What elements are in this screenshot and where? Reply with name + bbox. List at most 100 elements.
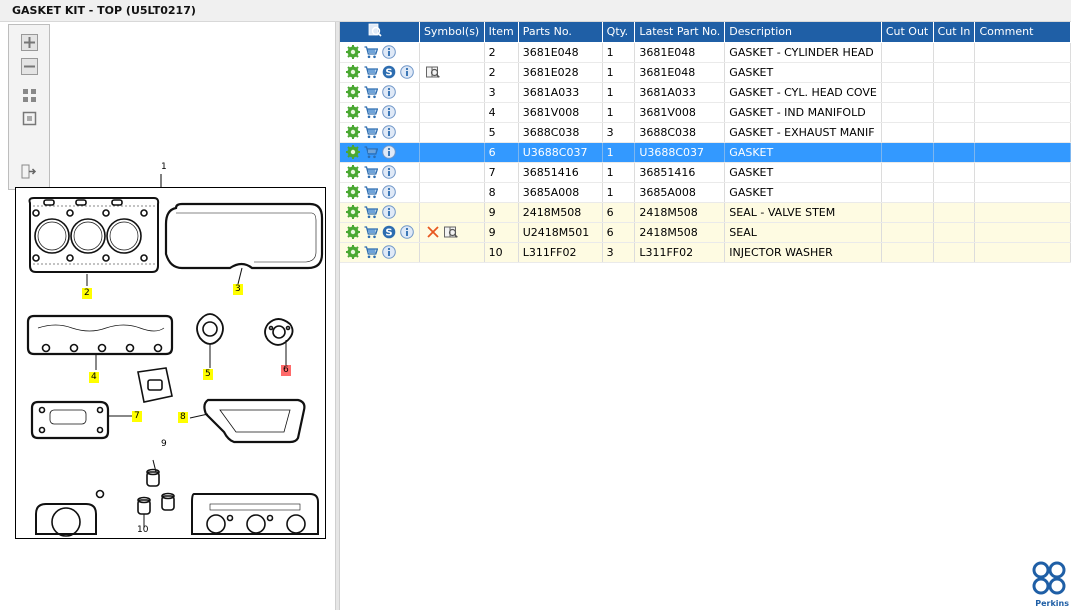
table-row[interactable]: 10 L311FF02 3 L311FF02 INJECTOR WASHER [340, 242, 1071, 263]
callout-2[interactable]: 2 [82, 288, 92, 299]
add-to-cart-icon[interactable] [364, 245, 378, 259]
row-description-cell[interactable]: GASKET [724, 182, 882, 203]
row-comment-cell[interactable] [974, 242, 1071, 263]
row-comment-cell[interactable] [974, 142, 1071, 163]
row-cutout-cell[interactable] [881, 62, 934, 83]
row-actions-cell[interactable] [340, 102, 420, 123]
row-cutin-cell[interactable] [933, 122, 976, 143]
table-row[interactable]: 8 3685A008 1 3685A008 GASKET [340, 182, 1071, 203]
row-comment-cell[interactable] [974, 162, 1071, 183]
callout-9[interactable]: 9 [159, 439, 169, 450]
add-to-cart-icon[interactable] [364, 145, 378, 159]
row-latest-cell[interactable]: 3681E048 [634, 62, 726, 83]
row-item-cell[interactable]: 9 [484, 222, 519, 243]
row-cutout-cell[interactable] [881, 42, 934, 63]
row-item-cell[interactable]: 10 [484, 242, 519, 263]
row-qty-cell[interactable]: 3 [602, 242, 636, 263]
fit-all-button[interactable] [21, 87, 38, 104]
options-gear-icon[interactable] [346, 85, 360, 99]
col-comment-header[interactable]: Comment [974, 22, 1071, 43]
row-actions-cell[interactable]: S [340, 222, 420, 243]
row-description-cell[interactable]: GASKET [724, 162, 882, 183]
options-gear-icon[interactable] [346, 245, 360, 259]
row-item-cell[interactable]: 2 [484, 42, 519, 63]
row-description-cell[interactable]: GASKET - EXHAUST MANIF [724, 122, 882, 143]
add-to-cart-icon[interactable] [364, 45, 378, 59]
callout-7[interactable]: 7 [132, 411, 142, 422]
table-row[interactable]: 9 2418M508 6 2418M508 SEAL - VALVE STEM [340, 202, 1071, 223]
row-item-cell[interactable]: 4 [484, 102, 519, 123]
options-gear-icon[interactable] [346, 165, 360, 179]
row-comment-cell[interactable] [974, 102, 1071, 123]
row-latest-cell[interactable]: 3681V008 [634, 102, 726, 123]
row-cutin-cell[interactable] [933, 42, 976, 63]
row-actions-cell[interactable] [340, 242, 420, 263]
callout-5[interactable]: 5 [203, 369, 213, 380]
row-symbols-cell[interactable] [419, 242, 485, 263]
row-item-cell[interactable]: 9 [484, 202, 519, 223]
row-symbols-cell[interactable] [419, 162, 485, 183]
row-description-cell[interactable]: SEAL - VALVE STEM [724, 202, 882, 223]
options-gear-icon[interactable] [346, 185, 360, 199]
row-cutout-cell[interactable] [881, 182, 934, 203]
row-partno-cell[interactable]: 3681E028 [518, 62, 603, 83]
col-symbols-header[interactable]: Symbol(s) [419, 22, 485, 43]
row-partno-cell[interactable]: U3688C037 [518, 142, 603, 163]
row-cutin-cell[interactable] [933, 222, 976, 243]
col-cutout-header[interactable]: Cut Out [881, 22, 934, 43]
row-qty-cell[interactable]: 3 [602, 122, 636, 143]
row-partno-cell[interactable]: 3681A033 [518, 82, 603, 103]
table-row[interactable]: 3 3681A033 1 3681A033 GASKET - CYL. HEAD COV… [340, 82, 1071, 103]
row-comment-cell[interactable] [974, 42, 1071, 63]
export-button[interactable] [21, 163, 38, 180]
row-description-cell[interactable]: GASKET [724, 62, 882, 83]
info-icon[interactable] [382, 185, 396, 199]
options-gear-icon[interactable] [346, 145, 360, 159]
add-to-cart-icon[interactable] [364, 225, 378, 239]
row-item-cell[interactable]: 5 [484, 122, 519, 143]
row-description-cell[interactable]: SEAL [724, 222, 882, 243]
add-to-cart-icon[interactable] [364, 205, 378, 219]
notes-book-icon[interactable] [443, 225, 458, 239]
info-icon[interactable] [382, 45, 396, 59]
table-row[interactable]: S 9 U2418M501 6 2418M508 SEAL [340, 222, 1071, 243]
row-cutin-cell[interactable] [933, 182, 976, 203]
row-symbols-cell[interactable] [419, 142, 485, 163]
row-qty-cell[interactable]: 6 [602, 222, 636, 243]
row-partno-cell[interactable]: 36851416 [518, 162, 603, 183]
row-comment-cell[interactable] [974, 62, 1071, 83]
info-icon[interactable] [382, 145, 396, 159]
row-qty-cell[interactable]: 1 [602, 42, 636, 63]
notes-book-icon[interactable] [425, 65, 440, 79]
callout-8[interactable]: 8 [178, 412, 188, 423]
row-actions-cell[interactable]: S [340, 62, 420, 83]
info-icon[interactable] [382, 165, 396, 179]
row-symbols-cell[interactable] [419, 102, 485, 123]
row-cutout-cell[interactable] [881, 222, 934, 243]
info-icon[interactable] [382, 105, 396, 119]
row-cutin-cell[interactable] [933, 162, 976, 183]
row-partno-cell[interactable]: 3688C038 [518, 122, 603, 143]
row-latest-cell[interactable]: 3681E048 [634, 42, 726, 63]
row-cutin-cell[interactable] [933, 102, 976, 123]
row-description-cell[interactable]: GASKET - IND MANIFOLD [724, 102, 882, 123]
options-gear-icon[interactable] [346, 205, 360, 219]
col-partno-header[interactable]: Parts No. [518, 22, 603, 43]
row-cutin-cell[interactable] [933, 242, 976, 263]
row-partno-cell[interactable]: 3681E048 [518, 42, 603, 63]
row-symbols-cell[interactable] [419, 182, 485, 203]
options-gear-icon[interactable] [346, 45, 360, 59]
col-latest-header[interactable]: Latest Part No. [634, 22, 726, 43]
row-item-cell[interactable]: 2 [484, 62, 519, 83]
info-icon[interactable] [400, 225, 414, 239]
options-gear-icon[interactable] [346, 225, 360, 239]
row-latest-cell[interactable]: 3681A033 [634, 82, 726, 103]
row-cutout-cell[interactable] [881, 122, 934, 143]
row-partno-cell[interactable]: U2418M501 [518, 222, 603, 243]
row-symbols-cell[interactable] [419, 122, 485, 143]
callout-10[interactable]: 10 [135, 525, 150, 536]
info-icon[interactable] [382, 85, 396, 99]
row-cutin-cell[interactable] [933, 82, 976, 103]
add-to-cart-icon[interactable] [364, 105, 378, 119]
row-item-cell[interactable]: 6 [484, 142, 519, 163]
